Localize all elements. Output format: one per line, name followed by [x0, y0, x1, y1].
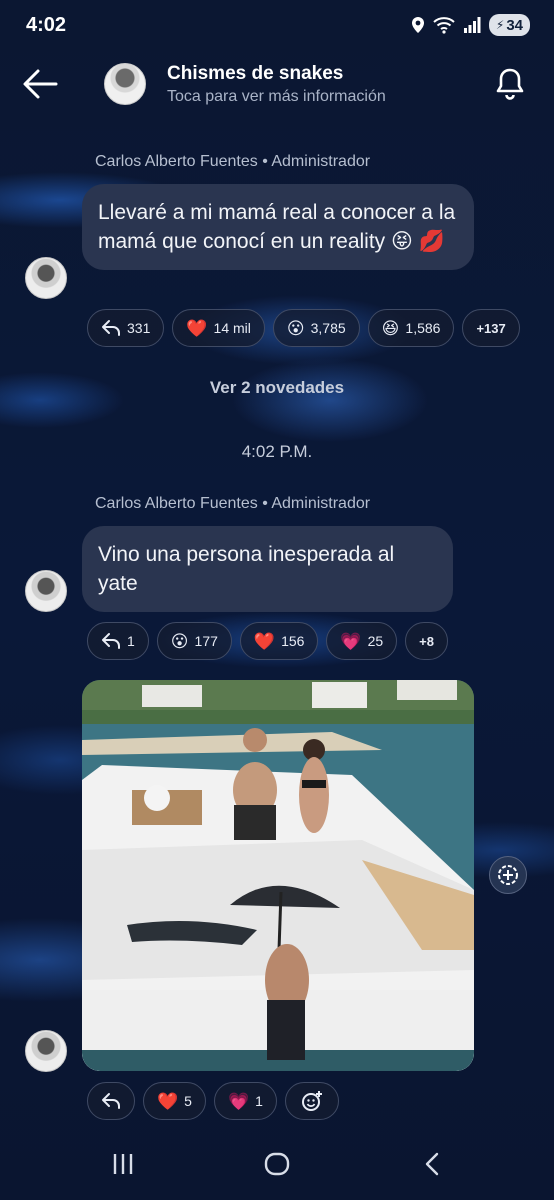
reaction-chip[interactable]: 😮 177 [156, 622, 232, 660]
timestamp: 4:02 P.M. [241, 442, 313, 461]
wifi-icon [433, 17, 455, 34]
status-bar: 4:02 ⚡ 34 [0, 0, 554, 52]
reaction-chip[interactable]: ❤️ 5 [143, 1082, 206, 1120]
add-reaction-icon [301, 1091, 322, 1111]
reaction-count: 177 [194, 633, 218, 649]
more-reactions-count: +137 [476, 320, 506, 336]
reply-icon [102, 320, 120, 336]
reply-icon [102, 1093, 120, 1109]
reaction-chip[interactable]: 😮 3,785 [272, 309, 360, 347]
signal-icon [463, 17, 481, 33]
surprised-face-icon: 😮 [286, 318, 305, 338]
reaction-chip[interactable]: 💗 25 [326, 622, 398, 660]
group-title[interactable]: Chismes de snakes [167, 63, 343, 85]
reaction-count: 1 [255, 1093, 263, 1109]
reaction-chip[interactable]: ❤️ 156 [239, 622, 319, 660]
group-subtitle[interactable]: Toca para ver más información [167, 88, 386, 106]
message-sender: Carlos Alberto Fuentes • Administrador [95, 153, 371, 170]
more-reactions-count: +8 [419, 633, 434, 649]
reaction-chip[interactable]: ❤️ 14 mil [172, 309, 265, 347]
reaction-count: 5 [184, 1093, 192, 1109]
heart-icon: ❤️ [186, 318, 208, 338]
see-updates-link[interactable]: Ver 2 novedades [0, 378, 554, 398]
group-avatar[interactable] [104, 63, 146, 105]
message-bubble[interactable]: Vino una persona inesperada al yate [82, 526, 453, 612]
reaction-chip[interactable]: 💗 1 [213, 1082, 277, 1120]
chat-header[interactable]: Chismes de snakes Toca para ver más info… [0, 52, 554, 118]
laughing-face-icon: 😆 [381, 318, 400, 338]
reply-icon [102, 633, 120, 649]
sender-avatar[interactable] [25, 570, 67, 612]
battery-level: 34 [506, 16, 523, 34]
reaction-bar: 331 ❤️ 14 mil 😮 3,785 😆 1,586 +137 [87, 309, 520, 347]
more-reactions-chip[interactable]: +8 [405, 622, 448, 660]
status-icons: ⚡ 34 [411, 14, 530, 36]
add-reaction-button[interactable] [284, 1082, 339, 1120]
message-sender: Carlos Alberto Fuentes • Administrador [95, 495, 371, 512]
system-navigation-bar [0, 1130, 554, 1200]
reaction-count: 25 [367, 633, 384, 649]
reply-chip[interactable]: 331 [87, 309, 165, 347]
battery-saver-icon: ⚡ [495, 18, 505, 32]
surprised-face-icon: 😮 [170, 631, 189, 651]
reaction-chip[interactable]: 😆 1,586 [367, 309, 455, 347]
yacht-photo[interactable] [82, 680, 474, 1071]
sparkling-heart-icon: 💗 [227, 1091, 250, 1111]
reaction-count: 14 mil [213, 320, 251, 336]
battery-indicator: ⚡ 34 [488, 14, 530, 36]
heart-icon: ❤️ [253, 631, 276, 651]
reply-count: 331 [127, 320, 151, 336]
sender-avatar[interactable] [25, 257, 67, 299]
save-media-button[interactable] [489, 856, 527, 894]
message-bubble[interactable]: Llevaré a mi mamá real a conocer a la ma… [82, 184, 474, 270]
reaction-count: 3,785 [310, 320, 346, 336]
recent-apps-icon[interactable] [111, 1152, 135, 1176]
more-reactions-chip[interactable]: +137 [462, 309, 520, 347]
back-arrow-icon[interactable] [20, 66, 60, 102]
home-icon[interactable] [264, 1152, 290, 1176]
location-icon [411, 17, 424, 33]
reaction-count: 156 [281, 633, 305, 649]
reply-count: 1 [127, 633, 135, 649]
sparkling-heart-icon: 💗 [340, 631, 362, 651]
reaction-bar: ❤️ 5 💗 1 [87, 1082, 339, 1120]
yacht-photo-illustration [82, 680, 474, 1071]
bell-icon[interactable] [494, 66, 526, 102]
nav-back-icon[interactable] [422, 1152, 442, 1176]
heart-icon: ❤️ [157, 1091, 179, 1111]
reply-chip[interactable] [87, 1082, 135, 1120]
status-time: 4:02 [26, 14, 67, 36]
reply-chip[interactable]: 1 [87, 622, 149, 660]
reaction-bar: 1 😮 177 ❤️ 156 💗 25 +8 [87, 622, 448, 660]
reaction-count: 1,586 [405, 320, 441, 336]
sender-avatar[interactable] [25, 1030, 67, 1072]
add-circle-icon [498, 865, 518, 885]
